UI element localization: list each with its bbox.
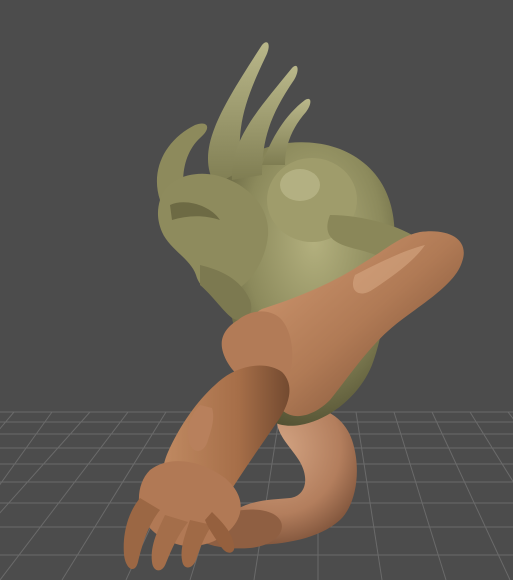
3d-viewport[interactable] <box>0 0 513 580</box>
creature-model-icon[interactable] <box>123 42 464 571</box>
viewport-canvas[interactable] <box>0 0 513 580</box>
creature-shoulder-highlight <box>280 169 320 201</box>
